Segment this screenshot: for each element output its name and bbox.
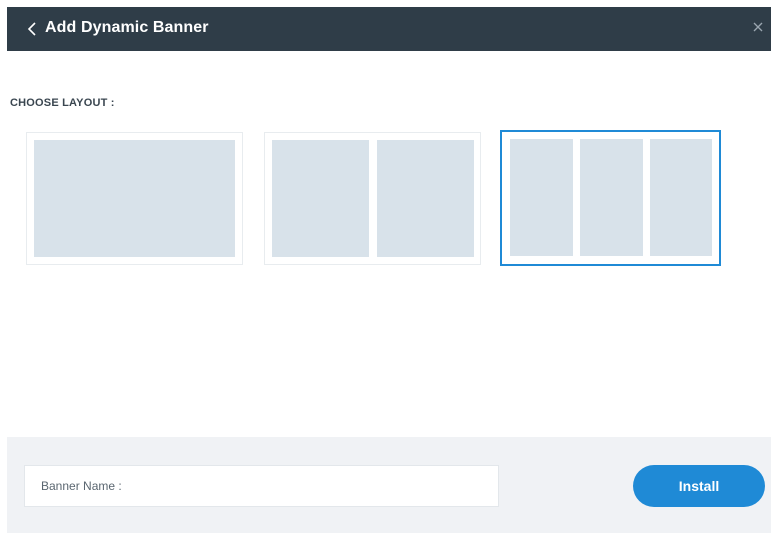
add-dynamic-banner-dialog: Add Dynamic Banner CHOOSE LAYOUT : Insta… (7, 7, 771, 533)
chevron-left-icon[interactable] (25, 20, 39, 38)
install-button[interactable]: Install (633, 465, 765, 507)
layout-panel (272, 140, 369, 257)
dialog-header: Add Dynamic Banner (7, 7, 771, 51)
choose-layout-label: CHOOSE LAYOUT : (10, 97, 115, 109)
dialog-title: Add Dynamic Banner (45, 19, 209, 36)
layout-option-two-column[interactable] (264, 132, 481, 265)
banner-name-input[interactable] (24, 465, 499, 507)
layout-option-one-column[interactable] (26, 132, 243, 265)
layout-panel (510, 139, 573, 256)
layout-panel (377, 140, 474, 257)
layout-panel (34, 140, 235, 257)
dialog-footer: Install (7, 437, 771, 533)
layout-panel (580, 139, 643, 256)
close-icon[interactable] (751, 20, 765, 34)
layout-panel (650, 139, 712, 256)
layout-option-three-column[interactable] (500, 130, 721, 266)
